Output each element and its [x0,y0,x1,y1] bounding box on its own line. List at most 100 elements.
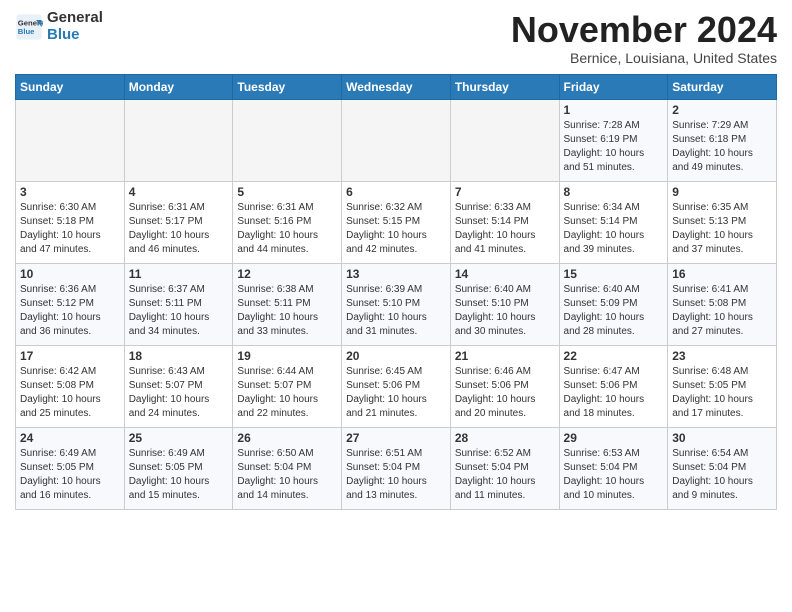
calendar-day-cell: 10 Sunrise: 6:36 AMSunset: 5:12 PMDayligh… [16,263,125,345]
day-info: Sunrise: 6:49 AMSunset: 5:05 PMDaylight:… [129,447,229,503]
calendar-day-cell: 2 Sunrise: 7:29 AMSunset: 6:18 PMDaylight… [668,99,777,181]
calendar-day-cell: 12 Sunrise: 6:38 AMSunset: 5:11 PMDayligh… [233,263,342,345]
day-info: Sunrise: 6:40 AMSunset: 5:10 PMDaylight:… [455,283,555,339]
calendar-week-row: 3 Sunrise: 6:30 AMSunset: 5:18 PMDaylight… [16,181,777,263]
calendar-week-row: 10 Sunrise: 6:36 AMSunset: 5:12 PMDayligh… [16,263,777,345]
calendar-week-row: 24 Sunrise: 6:49 AMSunset: 5:05 PMDayligh… [16,427,777,509]
day-number: 25 [129,431,229,445]
day-number: 29 [564,431,664,445]
calendar-day-cell: 30 Sunrise: 6:54 AMSunset: 5:04 PMDayligh… [668,427,777,509]
day-number: 30 [672,431,772,445]
location-subtitle: Bernice, Louisiana, United States [511,50,777,66]
logo-blue-text: Blue [47,26,80,43]
day-info: Sunrise: 6:53 AMSunset: 5:04 PMDaylight:… [564,447,664,503]
day-info: Sunrise: 6:38 AMSunset: 5:11 PMDaylight:… [237,283,337,339]
day-info: Sunrise: 7:28 AMSunset: 6:19 PMDaylight:… [564,119,664,175]
calendar-day-cell: 13 Sunrise: 6:39 AMSunset: 5:10 PMDayligh… [342,263,451,345]
day-number: 3 [20,185,120,199]
day-number: 4 [129,185,229,199]
calendar-day-cell: 20Sunrise: 6:45 AMSunset: 5:06 PMDayligh… [342,345,451,427]
day-info: Sunrise: 6:35 AMSunset: 5:13 PMDaylight:… [672,201,772,257]
day-of-week-header: Saturday [668,74,777,99]
calendar-day-cell [342,99,451,181]
day-info: Sunrise: 6:42 AMSunset: 5:08 PMDaylight:… [20,365,120,421]
day-info: Sunrise: 6:44 AMSunset: 5:07 PMDaylight:… [237,365,337,421]
month-title: November 2024 [511,10,777,50]
calendar-day-cell: 7Sunrise: 6:33 AMSunset: 5:14 PMDaylight… [450,181,559,263]
calendar-day-cell: 1 Sunrise: 7:28 AMSunset: 6:19 PMDaylight… [559,99,668,181]
logo-general-text: General [47,9,103,26]
day-of-week-header: Sunday [16,74,125,99]
day-number: 16 [672,267,772,281]
day-number: 9 [672,185,772,199]
calendar-day-cell [124,99,233,181]
calendar-day-cell: 22 Sunrise: 6:47 AMSunset: 5:06 PMDayligh… [559,345,668,427]
calendar-day-cell: 23Sunrise: 6:48 AMSunset: 5:05 PMDayligh… [668,345,777,427]
day-number: 22 [564,349,664,363]
calendar-day-cell: 15Sunrise: 6:40 AMSunset: 5:09 PMDayligh… [559,263,668,345]
day-info: Sunrise: 6:41 AMSunset: 5:08 PMDaylight:… [672,283,772,339]
day-number: 5 [237,185,337,199]
day-info: Sunrise: 6:54 AMSunset: 5:04 PMDaylight:… [672,447,772,503]
calendar-day-cell: 27 Sunrise: 6:51 AMSunset: 5:04 PMDayligh… [342,427,451,509]
day-number: 13 [346,267,446,281]
calendar-day-cell: 25 Sunrise: 6:49 AMSunset: 5:05 PMDayligh… [124,427,233,509]
day-info: Sunrise: 6:31 AMSunset: 5:17 PMDaylight:… [129,201,229,257]
day-info: Sunrise: 7:29 AMSunset: 6:18 PMDaylight:… [672,119,772,175]
calendar-day-cell: 29 Sunrise: 6:53 AMSunset: 5:04 PMDayligh… [559,427,668,509]
calendar-day-cell: 3 Sunrise: 6:30 AMSunset: 5:18 PMDaylight… [16,181,125,263]
calendar-day-cell [16,99,125,181]
day-info: Sunrise: 6:36 AMSunset: 5:12 PMDaylight:… [20,283,120,339]
calendar-day-cell: 5 Sunrise: 6:31 AMSunset: 5:16 PMDaylight… [233,181,342,263]
day-number: 23 [672,349,772,363]
day-number: 15 [564,267,664,281]
day-number: 14 [455,267,555,281]
day-number: 10 [20,267,120,281]
calendar-day-cell: 17Sunrise: 6:42 AMSunset: 5:08 PMDayligh… [16,345,125,427]
day-info: Sunrise: 6:43 AMSunset: 5:07 PMDaylight:… [129,365,229,421]
day-info: Sunrise: 6:45 AMSunset: 5:06 PMDaylight:… [346,365,446,421]
svg-text:Blue: Blue [18,27,35,36]
calendar-header-row: SundayMondayTuesdayWednesdayThursdayFrid… [16,74,777,99]
day-info: Sunrise: 6:49 AMSunset: 5:05 PMDaylight:… [20,447,120,503]
day-info: Sunrise: 6:37 AMSunset: 5:11 PMDaylight:… [129,283,229,339]
day-info: Sunrise: 6:46 AMSunset: 5:06 PMDaylight:… [455,365,555,421]
calendar-day-cell: 4 Sunrise: 6:31 AMSunset: 5:17 PMDaylight… [124,181,233,263]
day-of-week-header: Friday [559,74,668,99]
day-number: 27 [346,431,446,445]
header: General Blue General Blue November 2024 … [15,10,777,66]
calendar-day-cell [450,99,559,181]
day-number: 26 [237,431,337,445]
day-number: 24 [20,431,120,445]
day-of-week-header: Tuesday [233,74,342,99]
calendar-table: SundayMondayTuesdayWednesdayThursdayFrid… [15,74,777,510]
day-of-week-header: Wednesday [342,74,451,99]
day-info: Sunrise: 6:51 AMSunset: 5:04 PMDaylight:… [346,447,446,503]
calendar-day-cell: 24 Sunrise: 6:49 AMSunset: 5:05 PMDayligh… [16,427,125,509]
calendar-day-cell: 28Sunrise: 6:52 AMSunset: 5:04 PMDayligh… [450,427,559,509]
calendar-day-cell: 6Sunrise: 6:32 AMSunset: 5:15 PMDaylight… [342,181,451,263]
calendar-day-cell: 8 Sunrise: 6:34 AMSunset: 5:14 PMDaylight… [559,181,668,263]
day-number: 6 [346,185,446,199]
calendar-day-cell: 9 Sunrise: 6:35 AMSunset: 5:13 PMDaylight… [668,181,777,263]
day-number: 1 [564,103,664,117]
calendar-day-cell: 16 Sunrise: 6:41 AMSunset: 5:08 PMDayligh… [668,263,777,345]
calendar-day-cell: 21Sunrise: 6:46 AMSunset: 5:06 PMDayligh… [450,345,559,427]
day-info: Sunrise: 6:34 AMSunset: 5:14 PMDaylight:… [564,201,664,257]
day-info: Sunrise: 6:47 AMSunset: 5:06 PMDaylight:… [564,365,664,421]
day-number: 7 [455,185,555,199]
day-number: 2 [672,103,772,117]
day-of-week-header: Thursday [450,74,559,99]
calendar-day-cell: 11Sunrise: 6:37 AMSunset: 5:11 PMDayligh… [124,263,233,345]
logo-icon: General Blue [15,13,43,41]
day-info: Sunrise: 6:39 AMSunset: 5:10 PMDaylight:… [346,283,446,339]
day-number: 8 [564,185,664,199]
calendar-day-cell: 26Sunrise: 6:50 AMSunset: 5:04 PMDayligh… [233,427,342,509]
day-info: Sunrise: 6:30 AMSunset: 5:18 PMDaylight:… [20,201,120,257]
day-of-week-header: Monday [124,74,233,99]
calendar-day-cell: 18Sunrise: 6:43 AMSunset: 5:07 PMDayligh… [124,345,233,427]
logo: General Blue General Blue [15,10,103,43]
day-info: Sunrise: 6:31 AMSunset: 5:16 PMDaylight:… [237,201,337,257]
day-number: 28 [455,431,555,445]
day-number: 12 [237,267,337,281]
